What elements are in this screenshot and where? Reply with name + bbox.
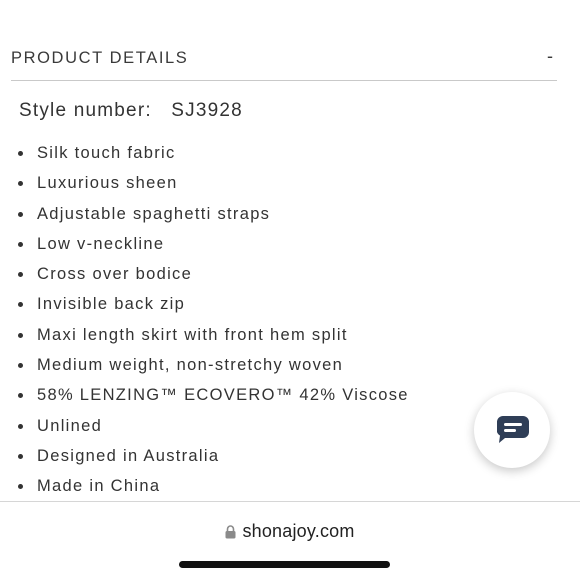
feature-item: Maxi length skirt with front hem split <box>15 320 409 350</box>
feature-item: Unlined <box>15 411 409 441</box>
feature-item: Medium weight, non-stretchy woven <box>15 350 409 380</box>
style-number-value: SJ3928 <box>171 100 243 121</box>
product-details-header[interactable]: PRODUCT DETAILS - <box>11 36 557 81</box>
home-indicator[interactable] <box>179 561 390 568</box>
feature-item: 58% LENZING™ ECOVERO™ 42% Viscose <box>15 380 409 410</box>
feature-item: Adjustable spaghetti straps <box>15 199 409 229</box>
style-number: Style number: SJ3928 <box>19 100 243 122</box>
feature-item: Cross over bodice <box>15 259 409 289</box>
feature-item: Luxurious sheen <box>15 168 409 198</box>
feature-item: Invisible back zip <box>15 289 409 319</box>
section-title: PRODUCT DETAILS <box>11 49 189 67</box>
url-text: shonajoy.com <box>242 521 355 541</box>
feature-item: Made in China <box>15 471 409 501</box>
chat-bubble-icon <box>497 416 529 443</box>
feature-item: Silk touch fabric <box>15 138 409 168</box>
style-number-label: Style number: <box>19 100 152 121</box>
feature-item: Low v-neckline <box>15 229 409 259</box>
lock-icon <box>225 524 236 538</box>
feature-list: Silk touch fabric Luxurious sheen Adjust… <box>15 138 409 502</box>
url-field[interactable]: shonajoy.com <box>0 521 580 545</box>
chat-button[interactable] <box>474 392 550 468</box>
feature-item: Designed in Australia <box>15 441 409 471</box>
browser-address-bar: shonajoy.com <box>0 501 580 581</box>
collapse-toggle[interactable]: - <box>543 46 557 66</box>
